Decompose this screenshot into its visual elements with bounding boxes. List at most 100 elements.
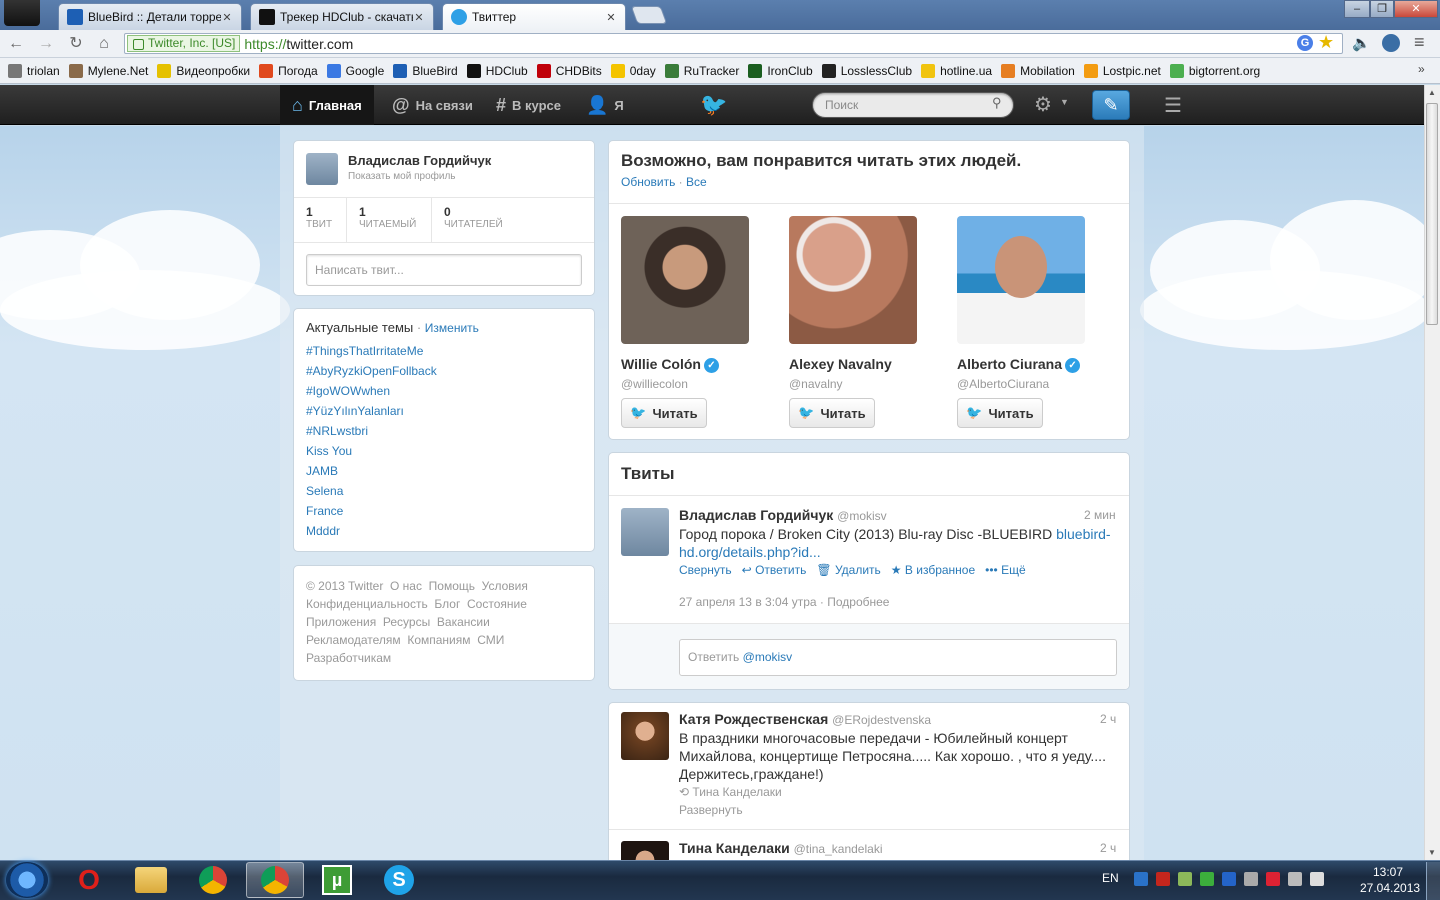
speaker-icon[interactable]: 🔈 [1352, 34, 1371, 52]
search-icon[interactable]: ⚲ [992, 95, 1002, 111]
nav-discover[interactable]: # В курсе [484, 85, 573, 125]
delete-action[interactable]: 🗑 Удалить [816, 563, 880, 577]
bookmark-item[interactable]: BlueBird [393, 64, 458, 78]
follow-button[interactable]: 🐦 Читать [789, 398, 875, 428]
footer-link[interactable]: Ресурсы [383, 615, 430, 629]
taskbar-opera[interactable]: O [60, 862, 118, 898]
google-search-icon[interactable]: G [1297, 35, 1313, 51]
close-window-button[interactable]: ✕ [1394, 0, 1438, 18]
chrome-profile-avatar[interactable] [4, 0, 40, 26]
stat-following[interactable]: 1 ЧИТАЕМЫЙ [359, 205, 416, 230]
bookmark-item[interactable]: Google [326, 64, 384, 78]
language-indicator[interactable]: EN [1102, 871, 1119, 885]
twitter-bird-icon[interactable]: 🐦 [700, 92, 727, 118]
bookmark-item[interactable]: bigtorrent.org [1169, 64, 1260, 78]
star-icon[interactable]: ★ [1318, 32, 1334, 53]
footer-link[interactable]: Условия [482, 579, 528, 593]
footer-link[interactable]: Разработчикам [306, 651, 391, 665]
gear-icon[interactable]: ⚙ [1034, 92, 1052, 117]
trend-item[interactable]: #AbyRyzkiOpenFollback [306, 361, 437, 381]
refresh-link[interactable]: Обновить [621, 175, 675, 189]
bookmark-item[interactable]: Lostpic.net [1083, 64, 1161, 78]
compose-tweet-button[interactable]: ✎ [1092, 90, 1130, 120]
close-icon[interactable]: ✕ [605, 11, 617, 24]
stat-followers[interactable]: 0 ЧИТАТЕЛЕЙ [444, 205, 503, 230]
tweet-author[interactable]: Владислав Гордийчук @mokisv [679, 507, 887, 523]
footer-link[interactable]: О нас [390, 579, 422, 593]
taskbar-skype[interactable]: S [370, 862, 428, 898]
nav-connect[interactable]: @ На связи [380, 85, 485, 125]
reply-input[interactable]: Ответить @mokisv [679, 639, 1117, 676]
forward-icon[interactable]: → [36, 34, 56, 54]
more-action[interactable]: ••• Ещё [985, 563, 1026, 577]
ev-certificate-badge[interactable]: Twitter, Inc. [US] [127, 35, 241, 52]
globe-icon[interactable] [1382, 34, 1400, 52]
bookmark-item[interactable]: HDClub [466, 64, 528, 78]
bookmark-item[interactable]: CHDBits [536, 64, 602, 78]
trend-item[interactable]: #ThingsThatIrritateMe [306, 341, 437, 361]
suggestion-name[interactable]: Alberto Ciurana ✓ [957, 356, 1081, 373]
drawer-icon[interactable]: ☰ [1164, 93, 1182, 118]
footer-link[interactable]: Рекламодателям [306, 633, 401, 647]
bookmark-item[interactable]: triolan [8, 64, 60, 78]
tray-icon[interactable] [1266, 872, 1280, 886]
search-input[interactable]: Поиск [812, 92, 1014, 118]
minimize-button[interactable]: – [1344, 0, 1370, 18]
footer-link[interactable]: Состояние [467, 597, 527, 611]
footer-link[interactable]: Приложения [306, 615, 376, 629]
trend-item[interactable]: #IgoWOWwhen [306, 381, 437, 401]
volume-icon[interactable] [1310, 872, 1324, 886]
bookmark-item[interactable]: IronClub [748, 64, 813, 78]
trend-item[interactable]: JAMB [306, 461, 437, 481]
taskbar-chrome[interactable] [184, 862, 242, 898]
profile-name[interactable]: Владислав Гордийчук [348, 153, 491, 168]
trend-item[interactable]: #NRLwstbri [306, 421, 437, 441]
scroll-down-icon[interactable]: ▼ [1428, 848, 1436, 857]
bookmarks-overflow-icon[interactable]: » [1418, 62, 1425, 76]
bluetooth-icon[interactable] [1222, 872, 1236, 886]
stat-tweets[interactable]: 1 ТВИТ [306, 205, 332, 230]
maximize-button[interactable]: ❐ [1370, 0, 1394, 18]
avatar[interactable] [621, 508, 669, 556]
bookmark-item[interactable]: Mobilation [1001, 64, 1075, 78]
tweet-time[interactable]: 2 мин [1084, 508, 1116, 522]
clock[interactable]: 13:07 27.04.2013 [1360, 864, 1420, 896]
footer-link[interactable]: Компаниям [407, 633, 470, 647]
back-icon[interactable]: ← [6, 34, 26, 54]
scrollbar-thumb[interactable] [1426, 103, 1438, 325]
bookmark-item[interactable]: Погода [259, 64, 318, 78]
suggestion-name[interactable]: Alexey Navalny [789, 356, 892, 372]
trend-item[interactable]: #YüzYılınYalanları [306, 401, 437, 421]
close-icon[interactable]: ✕ [221, 11, 233, 24]
footer-link[interactable]: Вакансии [437, 615, 490, 629]
trend-item[interactable]: France [306, 501, 437, 521]
bookmark-item[interactable]: 0day [610, 64, 656, 78]
show-desktop-button[interactable] [1426, 862, 1440, 900]
follow-button[interactable]: 🐦 Читать [621, 398, 707, 428]
tab-bluebird[interactable]: BlueBird :: Детали торрен ✕ [58, 3, 242, 30]
suggestion-handle[interactable]: @navalny [789, 377, 843, 391]
nav-me[interactable]: 👤 Я [574, 85, 636, 125]
tray-icon[interactable] [1178, 872, 1192, 886]
network-icon[interactable] [1288, 872, 1302, 886]
tab-twitter[interactable]: Твиттер ✕ [442, 3, 626, 30]
suggestion-handle[interactable]: @williecolon [621, 377, 688, 391]
suggestion-handle[interactable]: @AlbertoCiurana [957, 377, 1049, 391]
tweet-time[interactable]: 2 ч [1100, 712, 1116, 726]
bookmark-item[interactable]: Видеопробки [157, 64, 250, 78]
taskbar-utorrent[interactable]: µ [308, 862, 366, 898]
flag-icon[interactable] [1244, 872, 1258, 886]
avatar[interactable] [306, 153, 338, 185]
avatar[interactable] [621, 712, 669, 760]
view-all-link[interactable]: Все [686, 175, 707, 189]
tray-icon[interactable] [1134, 872, 1148, 886]
footer-link[interactable]: Блог [434, 597, 460, 611]
taskbar-chrome-active[interactable] [246, 862, 304, 898]
show-profile-link[interactable]: Показать мой профиль [348, 171, 456, 182]
tray-icon[interactable] [1200, 872, 1214, 886]
details-link[interactable]: Подробнее [827, 595, 889, 609]
reload-icon[interactable]: ↻ [66, 34, 86, 54]
taskbar-explorer[interactable] [122, 862, 180, 898]
expand-link[interactable]: Развернуть [679, 803, 743, 817]
favorite-action[interactable]: ★ В избранное [891, 563, 975, 577]
